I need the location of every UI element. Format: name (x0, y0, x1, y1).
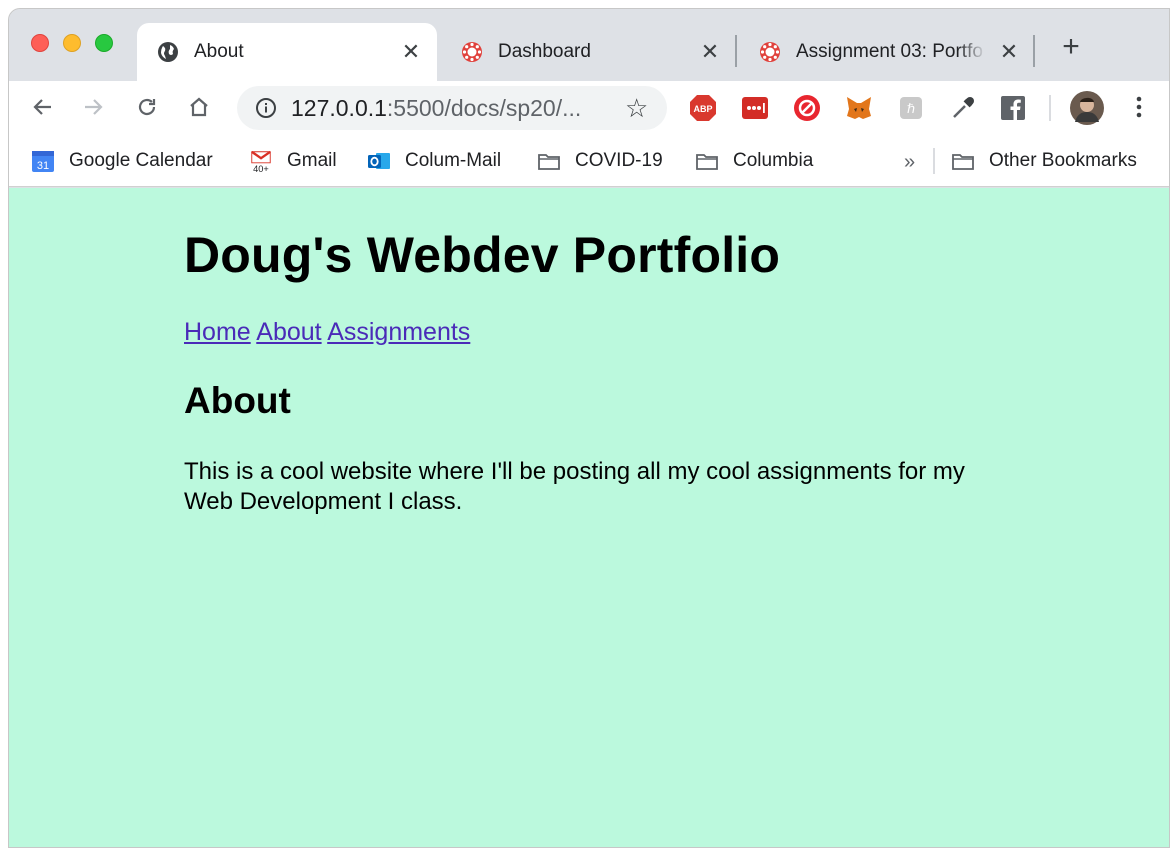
folder-icon (538, 154, 560, 170)
lastpass-icon[interactable] (741, 94, 769, 122)
bookmark-label: Columbia (733, 150, 814, 171)
tab-strip: About ✕ Dashboard ✕ Assignment 03: Portf… (9, 9, 1169, 81)
site-nav: Home About Assignments (184, 318, 470, 347)
about-paragraph: This is a cool website where I'll be pos… (184, 458, 965, 515)
eyedropper-icon[interactable] (949, 94, 977, 122)
arrow-right-icon (85, 99, 103, 115)
close-tab-icon[interactable]: ✕ (698, 39, 722, 65)
canvas-icon (760, 42, 780, 62)
tab-separator (735, 35, 737, 67)
profile-avatar[interactable] (1069, 90, 1105, 126)
more-vert-icon (1136, 96, 1142, 118)
google-calendar-icon: 31 (32, 151, 54, 172)
metamask-icon[interactable] (845, 94, 873, 122)
globe-icon (158, 42, 178, 62)
fullscreen-window-button[interactable] (95, 34, 113, 52)
folder-icon (696, 154, 718, 170)
outlook-icon (368, 153, 390, 169)
toolbar-separator (1049, 95, 1051, 121)
bookmark-label: Google Calendar (69, 150, 213, 171)
svg-text:31: 31 (37, 160, 49, 172)
creative-cloud-icon[interactable] (793, 94, 821, 122)
close-tab-icon[interactable]: ✕ (997, 39, 1021, 65)
facebook-icon[interactable] (999, 94, 1027, 122)
home-icon (190, 97, 208, 117)
menu-button[interactable] (1121, 89, 1157, 125)
bookmark-gmail[interactable]: 40+ Gmail (249, 147, 337, 175)
url-path: :5500/docs/sp20/... (386, 95, 582, 121)
other-bookmarks[interactable]: Other Bookmarks (951, 147, 1137, 175)
canvas-icon (462, 42, 482, 62)
bookmark-google-calendar[interactable]: 31 Google Calendar (31, 147, 213, 175)
page-viewport: Doug's Webdev Portfolio Home About Assig… (9, 188, 1169, 847)
bookmarks-separator (933, 148, 935, 174)
bookmark-label: Colum-Mail (405, 150, 502, 171)
bookmark-covid-19[interactable]: COVID-19 (537, 147, 663, 175)
tab-title: About (194, 41, 244, 62)
bookmark-label: COVID-19 (575, 150, 663, 171)
address-bar[interactable]: 127.0.0.1:5500/docs/sp20/... ☆ (237, 86, 667, 130)
extension-icon[interactable]: ℏ (897, 94, 925, 122)
bookmark-label: Gmail (287, 150, 337, 171)
bookmark-star-icon[interactable]: ☆ (625, 93, 648, 124)
close-window-button[interactable] (31, 34, 49, 52)
home-button[interactable] (181, 89, 217, 125)
reload-button[interactable] (129, 89, 165, 125)
browser-window: About ✕ Dashboard ✕ Assignment 03: Portf… (8, 8, 1170, 848)
forward-button[interactable] (75, 89, 111, 125)
tab-title: Dashboard (498, 41, 591, 62)
new-tab-button[interactable]: + (1057, 31, 1085, 63)
svg-text:40+: 40+ (253, 164, 269, 173)
nav-link-home[interactable]: Home (184, 318, 251, 346)
arrow-left-icon (33, 99, 51, 115)
folder-icon (952, 154, 974, 170)
bookmark-label: Other Bookmarks (989, 150, 1137, 171)
tab-title: Assignment 03: Portfo (796, 41, 983, 62)
adblock-icon[interactable]: ABP (689, 94, 717, 122)
section-heading: About (184, 380, 291, 421)
minimize-window-button[interactable] (63, 34, 81, 52)
info-icon[interactable] (255, 97, 277, 119)
nav-link-assignments[interactable]: Assignments (327, 318, 470, 346)
bookmark-colum-mail[interactable]: Colum-Mail (367, 147, 501, 175)
tab-about[interactable]: About ✕ (137, 23, 437, 81)
svg-text:ℏ: ℏ (907, 101, 915, 116)
nav-link-about[interactable]: About (256, 318, 321, 346)
bookmarks-overflow-button[interactable]: » (904, 151, 915, 174)
page-title: Doug's Webdev Portfolio (184, 227, 781, 283)
tab-dashboard[interactable]: Dashboard ✕ (441, 23, 736, 81)
close-tab-icon[interactable]: ✕ (399, 39, 423, 65)
tab-assignment-03[interactable]: Assignment 03: Portfo ✕ (739, 23, 1035, 81)
browser-toolbar: 127.0.0.1:5500/docs/sp20/... ☆ ABP ℏ (9, 81, 1169, 135)
svg-text:ABP: ABP (693, 104, 712, 114)
gmail-icon: 40+ (251, 150, 271, 173)
back-button[interactable] (25, 89, 61, 125)
url-text[interactable]: 127.0.0.1:5500/docs/sp20/... (291, 95, 581, 122)
bookmark-columbia[interactable]: Columbia (695, 147, 813, 175)
tab-separator (1033, 35, 1035, 67)
url-host: 127.0.0.1 (291, 95, 387, 121)
bookmarks-bar: 31 Google Calendar 40+ Gmail Colum-Mail … (9, 135, 1169, 187)
reload-icon (138, 98, 156, 116)
